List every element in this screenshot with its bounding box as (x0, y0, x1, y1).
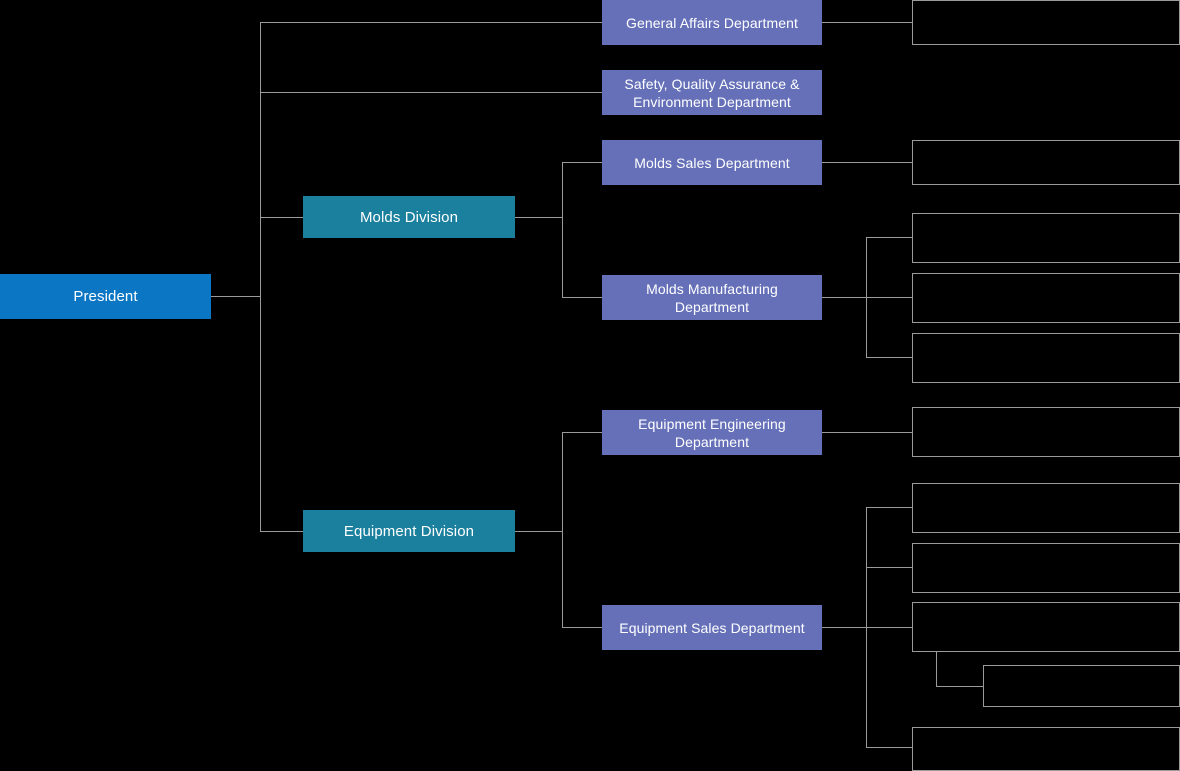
connector-mfg-to-sec5 (866, 357, 912, 358)
org-chart: President General Affairs Department Safet… (0, 0, 1180, 771)
connector-molds-div-stub (515, 217, 563, 218)
node-section-5[interactable] (912, 333, 1180, 383)
connector-trunk-to-general (260, 22, 602, 23)
node-equipment-division[interactable]: Equipment Division (303, 510, 515, 552)
connector-mfg-stub (822, 297, 866, 298)
node-molds-manufacturing[interactable]: Molds Manufacturing Department (602, 275, 822, 320)
node-section-9[interactable] (912, 602, 1180, 652)
node-section-6[interactable] (912, 407, 1180, 457)
connector-equip-branch-v (562, 432, 563, 627)
connector-engineering-to-sec6 (822, 432, 912, 433)
node-section-3[interactable] (912, 213, 1180, 263)
connector-general-to-sec1 (822, 22, 912, 23)
node-section-10[interactable] (983, 665, 1180, 707)
connector-sec9-sub-v (936, 652, 937, 686)
connector-equip-div-stub (515, 531, 563, 532)
node-molds-sales[interactable]: Molds Sales Department (602, 140, 822, 185)
connector-mfg-to-sec3 (866, 237, 912, 238)
connector-eqsales-to-sec11 (866, 747, 912, 748)
node-section-7[interactable] (912, 483, 1180, 533)
node-general-affairs[interactable]: General Affairs Department (602, 0, 822, 45)
connector-trunk-to-molds-div (260, 217, 303, 218)
connector-eqsales-stub (822, 627, 866, 628)
node-section-2[interactable] (912, 140, 1180, 185)
node-section-11[interactable] (912, 727, 1180, 771)
node-section-4[interactable] (912, 273, 1180, 323)
connector-eqsales-to-sec8 (866, 567, 912, 568)
connector-molds-to-manufacturing (562, 297, 602, 298)
connector-sales-to-sec2 (822, 162, 912, 163)
connector-sec9-to-sec10 (936, 686, 983, 687)
node-section-1[interactable] (912, 0, 1180, 45)
connector-eqsales-to-sec7 (866, 507, 912, 508)
node-safety-qa-env[interactable]: Safety, Quality Assurance & Environment … (602, 70, 822, 115)
node-molds-division[interactable]: Molds Division (303, 196, 515, 238)
connector-molds-to-sales (562, 162, 602, 163)
node-president[interactable]: President (0, 274, 211, 319)
connector-trunk-to-equip-div (260, 531, 303, 532)
connector-trunk-main (260, 22, 261, 531)
node-equipment-sales[interactable]: Equipment Sales Department (602, 605, 822, 650)
node-section-8[interactable] (912, 543, 1180, 593)
node-equipment-engineering[interactable]: Equipment Engineering Department (602, 410, 822, 455)
connector-president-stub (211, 296, 261, 297)
connector-molds-branch-v (562, 162, 563, 297)
connector-trunk-to-safety (260, 92, 602, 93)
connector-mfg-to-sec4 (866, 297, 912, 298)
connector-eqsales-to-sec9 (866, 627, 912, 628)
connector-equip-to-sales (562, 627, 602, 628)
connector-equip-to-engineering (562, 432, 602, 433)
